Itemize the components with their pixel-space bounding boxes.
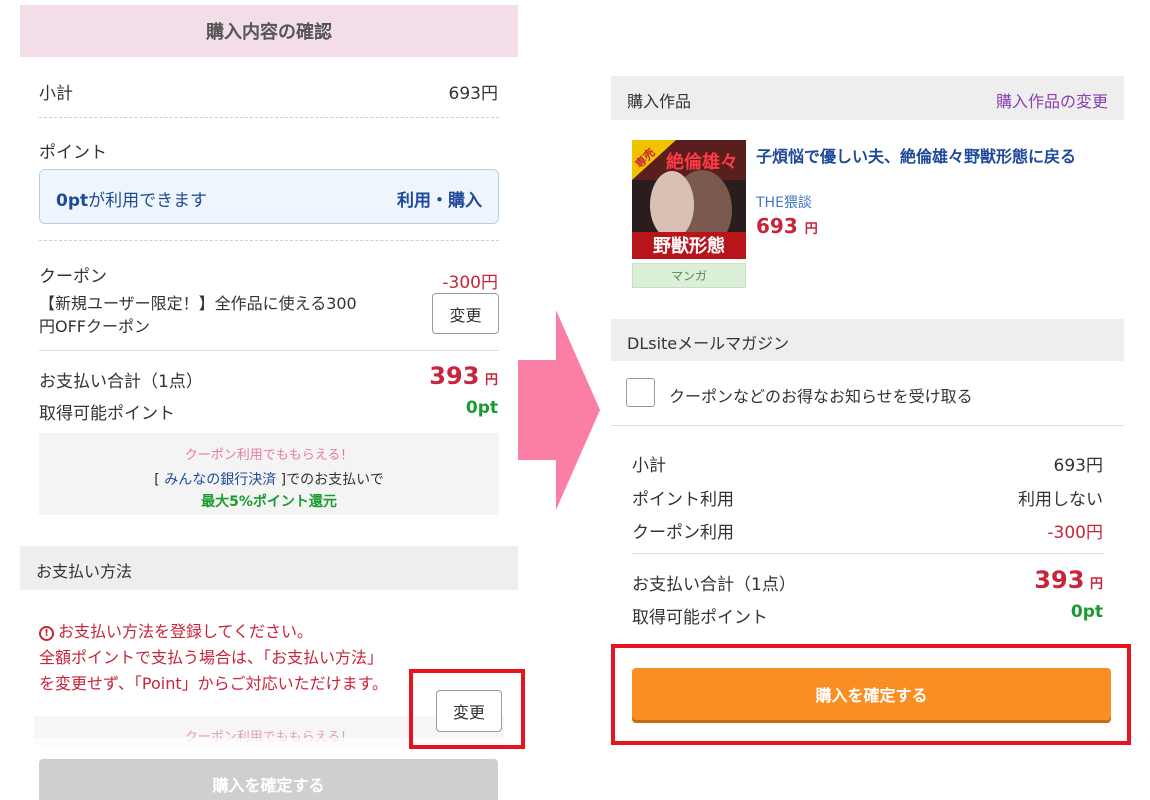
right-subtotal-value: 693円 <box>1053 456 1103 476</box>
work-title-link[interactable]: 子煩悩で優しい夫、絶倫雄々野獣形態に戻る <box>756 147 1096 167</box>
coupon-desc-line: 【新規ユーザー限定！】全作品に使える300 <box>39 294 357 313</box>
highlight-box <box>611 644 1131 745</box>
coupon-label: クーポン <box>39 267 107 287</box>
divider <box>39 350 499 351</box>
coupon-discount: -300円 <box>442 273 498 293</box>
warning-icon: ! <box>39 626 54 641</box>
warning-line: を変更せず、「Point」からご対応いただけます。 <box>39 674 389 693</box>
right-subtotal-label: 小計 <box>632 456 666 476</box>
confirm-purchase-button-disabled[interactable]: 購入を確定する <box>39 759 498 800</box>
coupon-use-label: クーポン利用 <box>632 523 734 543</box>
svg-text:野獣形態: 野獣形態 <box>653 235 725 257</box>
warning-line: 全額ポイントで支払う場合は、「お支払い方法」 <box>39 648 384 667</box>
point-use-label: ポイント利用 <box>632 490 734 510</box>
earn-points-value: 0pt <box>465 398 498 418</box>
right-arrow-icon <box>518 310 600 510</box>
coupon-desc-line: 円OFFクーポン <box>39 317 151 336</box>
divider <box>39 117 499 118</box>
point-available-amount: 0pt <box>56 191 89 211</box>
right-total-amount-unit: 円 <box>1089 577 1103 592</box>
work-circle-link[interactable]: THE猥談 <box>756 192 812 212</box>
mail-magazine-checkbox[interactable] <box>626 378 655 407</box>
point-available-suffix: が利用できます <box>88 191 208 211</box>
work-price-number: 693 <box>756 214 798 238</box>
page-title: 購入内容の確認 <box>20 5 518 57</box>
promo-reward: 最大5%ポイント還元 <box>201 494 337 510</box>
mail-magazine-header: DLsiteメールマガジン <box>611 319 1124 361</box>
promo-bank-link[interactable]: みんなの銀行決済 <box>164 472 276 488</box>
svg-text:絶倫雄々: 絶倫雄々 <box>666 151 738 173</box>
right-total-amount: 393 円 <box>1034 566 1103 594</box>
subtotal-label: 小計 <box>39 84 73 104</box>
promo-bracket: [ <box>154 472 165 488</box>
right-total-amount-number: 393 <box>1034 566 1085 594</box>
warning-line: お支払い方法を登録してください。 <box>58 622 314 641</box>
right-earn-points-label: 取得可能ポイント <box>632 608 768 628</box>
subtotal-value: 693円 <box>448 84 498 104</box>
point-box: 0ptが利用できます 利用・購入 <box>39 169 499 224</box>
point-use-value: 利用しない <box>1018 490 1103 510</box>
promo-box: クーポン利用でももらえる！ [ みんなの銀行決済 ]でのお支払いで 最大5%ポイ… <box>39 433 499 515</box>
genre-tag: マンガ <box>632 263 746 288</box>
promo-headline: クーポン利用でももらえる！ <box>184 448 354 463</box>
total-amount: 393 円 <box>429 362 498 390</box>
divider <box>39 240 499 241</box>
coupon-description: 【新規ユーザー限定！】全作品に使える300 円OFFクーポン <box>39 292 357 338</box>
work-price-unit: 円 <box>804 222 818 237</box>
total-amount-unit: 円 <box>484 373 498 388</box>
right-earn-points-value: 0pt <box>1070 602 1103 622</box>
coupon-use-value: -300円 <box>1047 523 1103 543</box>
purchase-works-title: 購入作品 <box>627 92 692 111</box>
divider <box>632 553 1104 554</box>
total-label: お支払い合計（1点） <box>39 372 203 392</box>
coupon-change-button[interactable]: 変更 <box>432 293 499 334</box>
point-use-link[interactable]: 利用・購入 <box>397 186 482 211</box>
mail-magazine-label[interactable]: クーポンなどのお得なお知らせを受け取る <box>669 383 973 407</box>
work-cover-image[interactable]: 野獣形態 絶倫雄々 専売 <box>632 140 746 259</box>
total-amount-number: 393 <box>429 362 480 390</box>
change-works-link[interactable]: 購入作品の変更 <box>996 88 1108 112</box>
divider <box>611 425 1124 426</box>
work-price: 693 円 <box>756 214 818 238</box>
highlight-box <box>409 669 525 749</box>
purchase-works-header: 購入作品 購入作品の変更 <box>611 76 1124 120</box>
earn-points-label: 取得可能ポイント <box>39 404 175 424</box>
right-total-label: お支払い合計（1点） <box>632 575 796 595</box>
promo-body: [ みんなの銀行決済 ]でのお支払いで <box>39 469 499 489</box>
payment-method-header: お支払い方法 <box>20 546 518 590</box>
promo-body-suffix: ]でのお支払いで <box>276 472 384 488</box>
point-label: ポイント <box>39 143 107 163</box>
point-available-text: 0ptが利用できます <box>56 186 207 211</box>
payment-warning: ! お支払い方法を登録してください。 全額ポイントで支払う場合は、「お支払い方法」… <box>39 619 388 697</box>
